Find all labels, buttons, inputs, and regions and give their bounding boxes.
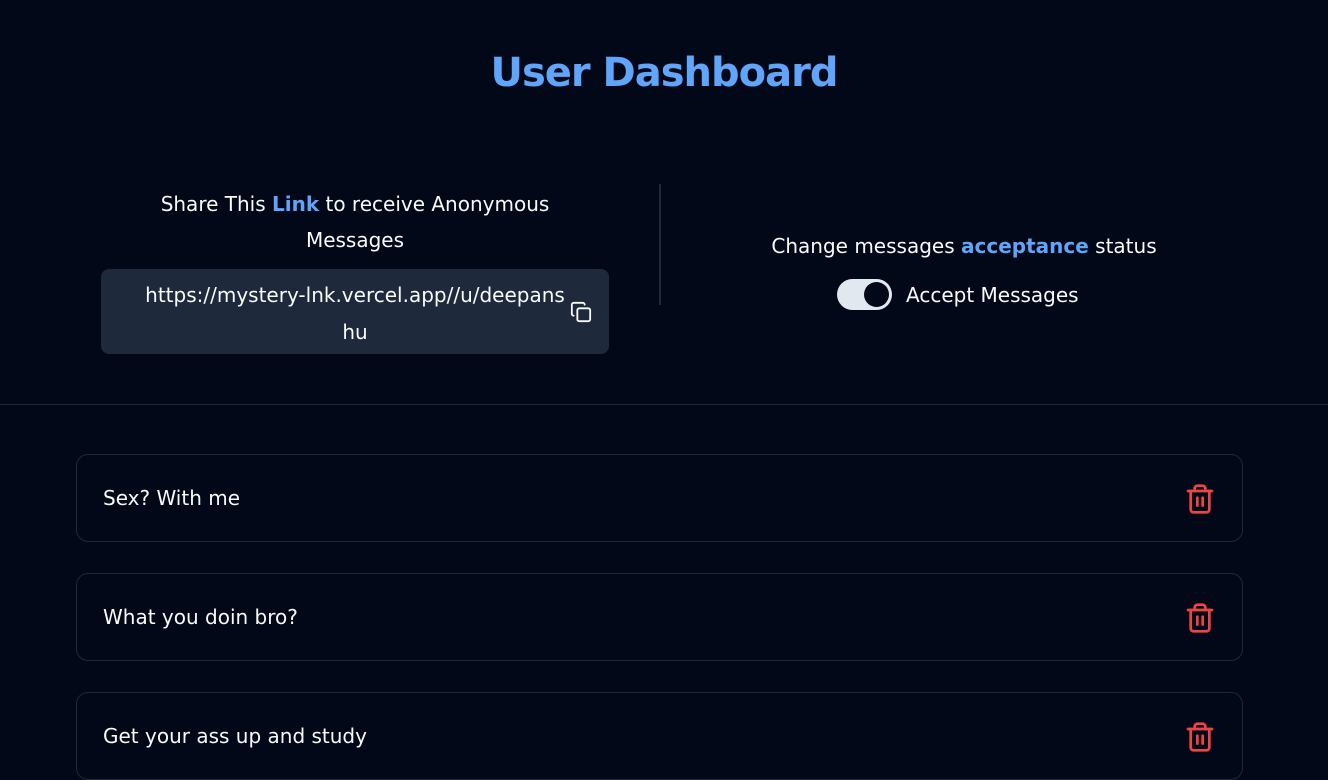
- share-heading-prefix: Share This: [160, 192, 272, 216]
- acceptance-status-heading: Change messages acceptance status: [700, 228, 1228, 264]
- toggle-knob: [864, 282, 889, 307]
- section-divider: [0, 404, 1328, 405]
- share-heading-suffix: to receive Anonymous Messages: [305, 192, 550, 252]
- message-text: Get your ass up and study: [103, 724, 367, 748]
- share-heading-link-word: Link: [272, 192, 320, 216]
- trash-icon[interactable]: [1184, 601, 1216, 635]
- trash-icon[interactable]: [1184, 482, 1216, 516]
- status-heading-prefix: Change messages: [771, 234, 961, 258]
- copy-icon[interactable]: [570, 301, 592, 323]
- vertical-divider: [659, 184, 661, 305]
- message-card: Sex? With me: [76, 454, 1243, 542]
- accept-messages-label: Accept Messages: [906, 282, 1079, 307]
- message-text: Sex? With me: [103, 486, 241, 510]
- share-link-box: https://mystery-lnk.vercel.app//u/deepan…: [101, 269, 609, 354]
- accept-messages-row: Accept Messages: [837, 279, 1079, 310]
- status-heading-suffix: status: [1088, 234, 1157, 258]
- status-heading-accent-word: acceptance: [960, 234, 1089, 258]
- message-card: What you doin bro?: [76, 573, 1243, 661]
- accept-messages-toggle[interactable]: [837, 279, 892, 310]
- message-card: Get your ass up and study: [76, 692, 1243, 780]
- message-text: What you doin bro?: [103, 605, 298, 629]
- share-link-heading: Share This Link to receive Anonymous Mes…: [130, 186, 580, 258]
- share-link-url[interactable]: https://mystery-lnk.vercel.app//u/deepan…: [141, 277, 569, 351]
- page-title: User Dashboard: [490, 50, 838, 96]
- trash-icon[interactable]: [1184, 720, 1216, 754]
